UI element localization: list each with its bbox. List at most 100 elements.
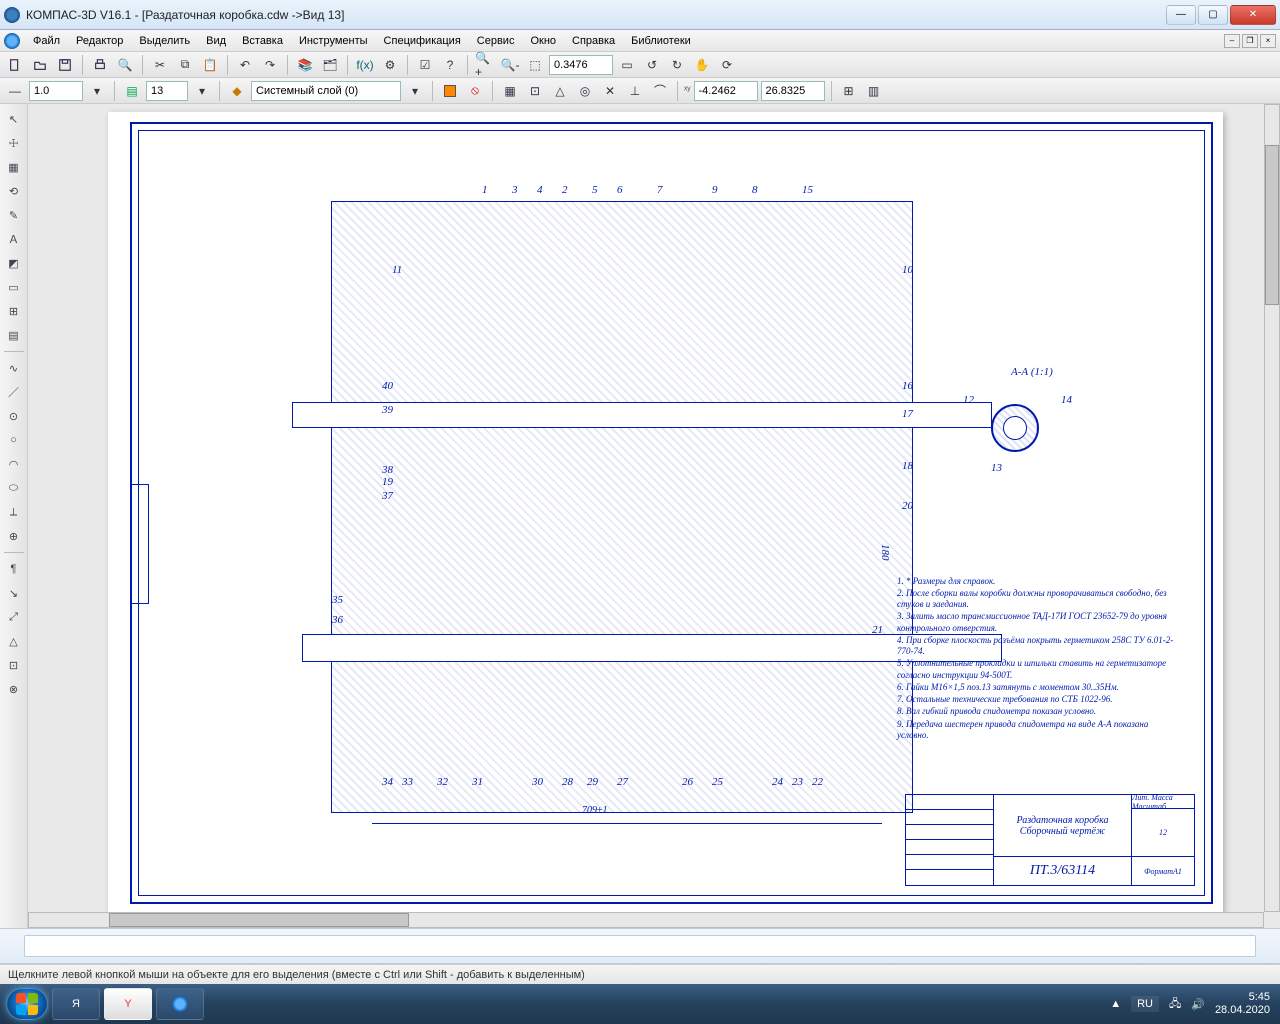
pan-button[interactable]: ✋ [691, 54, 713, 76]
lt-grid-icon[interactable]: ▦ [3, 156, 25, 178]
snap-tan-button[interactable]: ⌒ [649, 80, 671, 102]
mdi-minimize-button[interactable]: – [1224, 34, 1240, 48]
library-button[interactable]: 📚 [294, 54, 316, 76]
manager-button[interactable]: 🗂 [319, 54, 341, 76]
ortho2-button[interactable]: ▥ [863, 80, 885, 102]
tray-language[interactable]: RU [1131, 996, 1159, 1012]
stop-button[interactable]: ⦸ [464, 80, 486, 102]
refresh-button[interactable]: ⟳ [716, 54, 738, 76]
snap-center-button[interactable]: ◎ [574, 80, 596, 102]
coord-x-input[interactable] [694, 81, 758, 101]
line-width-combo[interactable] [29, 81, 83, 101]
snap-end-button[interactable]: ⊡ [524, 80, 546, 102]
open-button[interactable] [29, 54, 51, 76]
lt-para-icon[interactable]: ¶ [3, 558, 25, 580]
lt-spline-icon[interactable]: ∿ [3, 357, 25, 379]
variables-button[interactable]: f(x) [354, 54, 376, 76]
menu-service[interactable]: Сервис [470, 33, 522, 49]
ortho-button[interactable]: ⊞ [838, 80, 860, 102]
zoom-value-input[interactable] [549, 55, 613, 75]
menu-file[interactable]: Файл [26, 33, 67, 49]
layer-combo[interactable] [251, 81, 401, 101]
tray-network-icon[interactable]: 🖧 [1169, 995, 1181, 1014]
color-button[interactable] [439, 80, 461, 102]
taskbar-app-kompas[interactable] [156, 988, 204, 1020]
lt-table-icon[interactable]: ⊞ [3, 300, 25, 322]
lt-dim-icon[interactable]: ↘ [3, 582, 25, 604]
help-button[interactable]: ? [439, 54, 461, 76]
menu-spec[interactable]: Спецификация [377, 33, 468, 49]
redo-button[interactable]: ↷ [259, 54, 281, 76]
preview-button[interactable]: 🔍 [114, 54, 136, 76]
menu-select[interactable]: Выделить [132, 33, 197, 49]
taskbar-app-yandex1[interactable]: Я [52, 988, 100, 1020]
paste-button[interactable]: 📋 [199, 54, 221, 76]
mdi-restore-button[interactable]: ❐ [1242, 34, 1258, 48]
lt-line-icon[interactable]: ／ [3, 381, 25, 403]
tray-up-icon[interactable]: ▲ [1110, 998, 1121, 1010]
view-dropdown-icon[interactable]: ▾ [191, 80, 213, 102]
line-width-dropdown-icon[interactable]: ▾ [86, 80, 108, 102]
snap-perp-button[interactable]: ⊥ [624, 80, 646, 102]
menu-libraries[interactable]: Библиотеки [624, 33, 698, 49]
horizontal-scrollbar[interactable] [28, 912, 1264, 928]
lt-chamfer-icon[interactable]: ⊕ [3, 525, 25, 547]
properties-button[interactable]: ⚙ [379, 54, 401, 76]
view-number-combo[interactable] [146, 81, 188, 101]
snap-mid-button[interactable]: △ [549, 80, 571, 102]
lt-leader-icon[interactable]: ⤢ [3, 606, 25, 628]
lt-perp-icon[interactable]: ⟂ [3, 501, 25, 523]
lt-move-icon[interactable]: ☩ [3, 132, 25, 154]
save-button[interactable] [54, 54, 76, 76]
lt-circle-icon[interactable]: ○ [3, 429, 25, 451]
layers-button[interactable]: ◆ [226, 80, 248, 102]
lt-clear-icon[interactable]: ⊗ [3, 678, 25, 700]
lt-arc-icon[interactable]: ◠ [3, 453, 25, 475]
menu-window[interactable]: Окно [523, 33, 563, 49]
zoom-fit-button[interactable]: ▭ [616, 54, 638, 76]
lt-rect-icon[interactable]: ▭ [3, 276, 25, 298]
lt-select-icon[interactable]: ↖ [3, 108, 25, 130]
lt-edit-icon[interactable]: ✎ [3, 204, 25, 226]
taskbar-app-yandex2[interactable]: Y [104, 988, 152, 1020]
zoom-in-button[interactable]: 🔍+ [474, 54, 496, 76]
menu-help[interactable]: Справка [565, 33, 622, 49]
undo-button[interactable]: ↶ [234, 54, 256, 76]
lt-frame-icon[interactable]: ⊡ [3, 654, 25, 676]
print-button[interactable] [89, 54, 111, 76]
lt-hatch-icon[interactable]: ◩ [3, 252, 25, 274]
line-style-button[interactable]: — [4, 80, 26, 102]
zoom-window-button[interactable]: ⬚ [524, 54, 546, 76]
window-minimize-button[interactable]: — [1166, 5, 1196, 25]
property-input[interactable] [24, 935, 1256, 957]
window-maximize-button[interactable]: ▢ [1198, 5, 1228, 25]
coord-y-input[interactable] [761, 81, 825, 101]
snap-intersect-button[interactable]: ✕ [599, 80, 621, 102]
copy-button[interactable]: ⧉ [174, 54, 196, 76]
menu-view[interactable]: Вид [199, 33, 233, 49]
layer-dropdown-icon[interactable]: ▾ [404, 80, 426, 102]
cut-button[interactable]: ✂ [149, 54, 171, 76]
mdi-close-button[interactable]: × [1260, 34, 1276, 48]
zoom-out-button[interactable]: 🔍- [499, 54, 521, 76]
zoom-prev-button[interactable]: ↺ [641, 54, 663, 76]
window-close-button[interactable]: ✕ [1230, 5, 1276, 25]
new-doc-button[interactable] [4, 54, 26, 76]
vertical-scrollbar[interactable] [1264, 104, 1280, 912]
start-button[interactable] [6, 988, 48, 1020]
views-button[interactable]: ▤ [121, 80, 143, 102]
drawing-canvas[interactable]: 1 3 4 2 5 6 7 9 8 15 11 10 40 39 38 19 [28, 104, 1280, 928]
tray-clock[interactable]: 5:45 28.04.2020 [1215, 991, 1270, 1016]
zoom-next-button[interactable]: ↻ [666, 54, 688, 76]
menu-tools[interactable]: Инструменты [292, 33, 375, 49]
snap-grid-button[interactable]: ▦ [499, 80, 521, 102]
menu-insert[interactable]: Вставка [235, 33, 290, 49]
lt-rotate-icon[interactable]: ⟲ [3, 180, 25, 202]
menu-edit[interactable]: Редактор [69, 33, 130, 49]
lt-tri-icon[interactable]: △ [3, 630, 25, 652]
tray-volume-icon[interactable]: 🔊 [1191, 998, 1205, 1011]
options-button[interactable]: ☑ [414, 54, 436, 76]
lt-text-icon[interactable]: Ａ [3, 228, 25, 250]
app-menu-icon[interactable] [4, 33, 20, 49]
lt-ellipse-icon[interactable]: ⬭ [3, 477, 25, 499]
